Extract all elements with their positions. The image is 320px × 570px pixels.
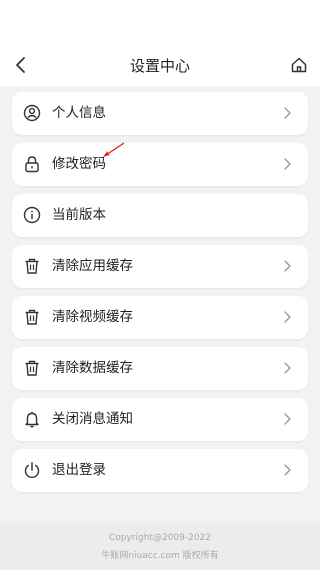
lock-icon [23,155,41,173]
info-circle-icon [23,206,41,224]
settings-list: 个人信息 修改密码 当前版本 清除应用缓存 清除视频缓存 清除数据缓存 关闭消息… [12,92,308,500]
settings-item-personal-info[interactable]: 个人信息 [12,92,308,135]
chevron-right-icon [280,310,294,324]
chevron-right-icon [280,259,294,273]
settings-item-label: 清除应用缓存 [52,258,133,274]
settings-item-label: 关闭消息通知 [52,411,133,427]
settings-item-logout[interactable]: 退出登录 [12,449,308,492]
user-circle-icon [23,104,41,122]
trash-icon [23,257,41,275]
chevron-right-icon [280,361,294,375]
settings-item-label: 个人信息 [52,105,106,121]
settings-item-current-version[interactable]: 当前版本 [12,194,308,237]
footer-owner: 牛账网niuacc.com 版权所有 [101,551,219,561]
chevron-right-icon [280,412,294,426]
home-button[interactable] [288,54,310,76]
home-icon [291,57,307,73]
footer: Copyright@2009-2022 牛账网niuacc.com 版权所有 [0,524,320,570]
settings-item-change-password[interactable]: 修改密码 [12,143,308,186]
settings-item-clear-video-cache[interactable]: 清除视频缓存 [12,296,308,339]
chevron-right-icon [280,106,294,120]
settings-item-label: 修改密码 [52,156,106,172]
trash-icon [23,359,41,377]
trash-icon [23,308,41,326]
settings-item-label: 退出登录 [52,462,106,478]
power-icon [23,461,41,479]
settings-item-clear-data-cache[interactable]: 清除数据缓存 [12,347,308,390]
annotation-arrow-icon [103,142,125,157]
settings-item-clear-app-cache[interactable]: 清除应用缓存 [12,245,308,288]
page-title: 设置中心 [129,57,190,75]
settings-item-disable-notifications[interactable]: 关闭消息通知 [12,398,308,441]
settings-item-label: 清除视频缓存 [52,309,133,325]
chevron-right-icon [280,157,294,171]
settings-item-label: 清除数据缓存 [52,360,133,376]
chevron-right-icon [280,463,294,477]
footer-copyright: Copyright@2009-2022 [108,533,212,543]
settings-item-label: 当前版本 [52,207,106,223]
header-bar: 设置中心 [0,0,320,86]
bell-icon [23,410,41,428]
